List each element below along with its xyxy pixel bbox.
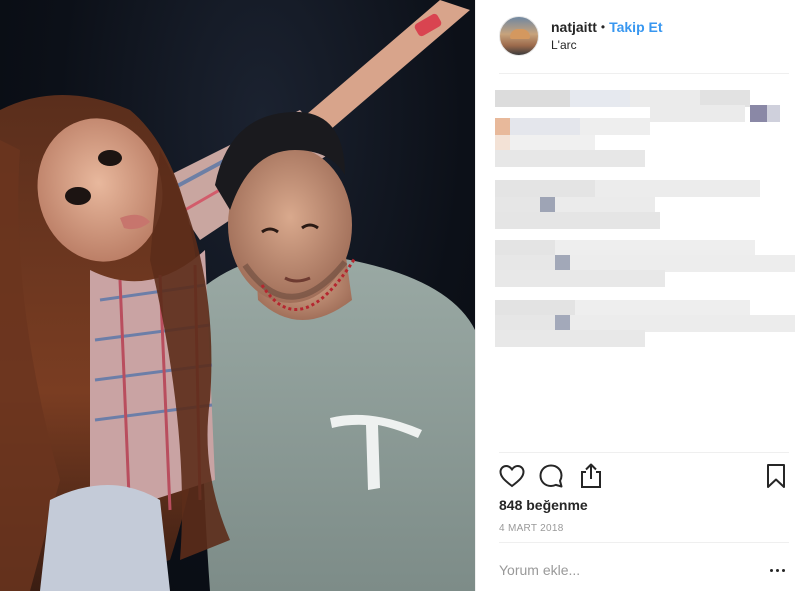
username-link[interactable]: natjaitt: [551, 18, 597, 36]
obscured-comments-area: [495, 88, 795, 348]
avatar[interactable]: [499, 16, 539, 56]
comment-divider: [499, 542, 789, 543]
header-divider: [499, 73, 789, 74]
bookmark-icon: [767, 464, 785, 488]
likes-count[interactable]: 848 beğenme: [499, 497, 588, 513]
comment-input[interactable]: [499, 562, 765, 578]
separator-dot: •: [600, 20, 606, 34]
post-photo[interactable]: [0, 0, 475, 591]
post-header: natjaitt • Takip Et L'arc: [499, 14, 789, 58]
user-block: natjaitt • Takip Et L'arc: [551, 18, 663, 54]
share-icon: [581, 463, 601, 488]
comment-button[interactable]: [537, 462, 565, 490]
comment-bubble-icon: [539, 464, 563, 488]
photo-illustration: [0, 0, 475, 591]
user-line: natjaitt • Takip Et: [551, 18, 663, 36]
like-button[interactable]: [498, 462, 526, 490]
share-button[interactable]: [577, 462, 605, 490]
actions-divider: [499, 452, 789, 453]
comment-row: [499, 556, 789, 584]
post-date: 4 MART 2018: [499, 523, 564, 534]
save-button[interactable]: [762, 462, 790, 490]
location-link[interactable]: L'arc: [551, 36, 663, 54]
heart-icon: [499, 464, 525, 488]
more-options-icon[interactable]: [765, 558, 789, 582]
follow-button[interactable]: Takip Et: [609, 18, 662, 36]
